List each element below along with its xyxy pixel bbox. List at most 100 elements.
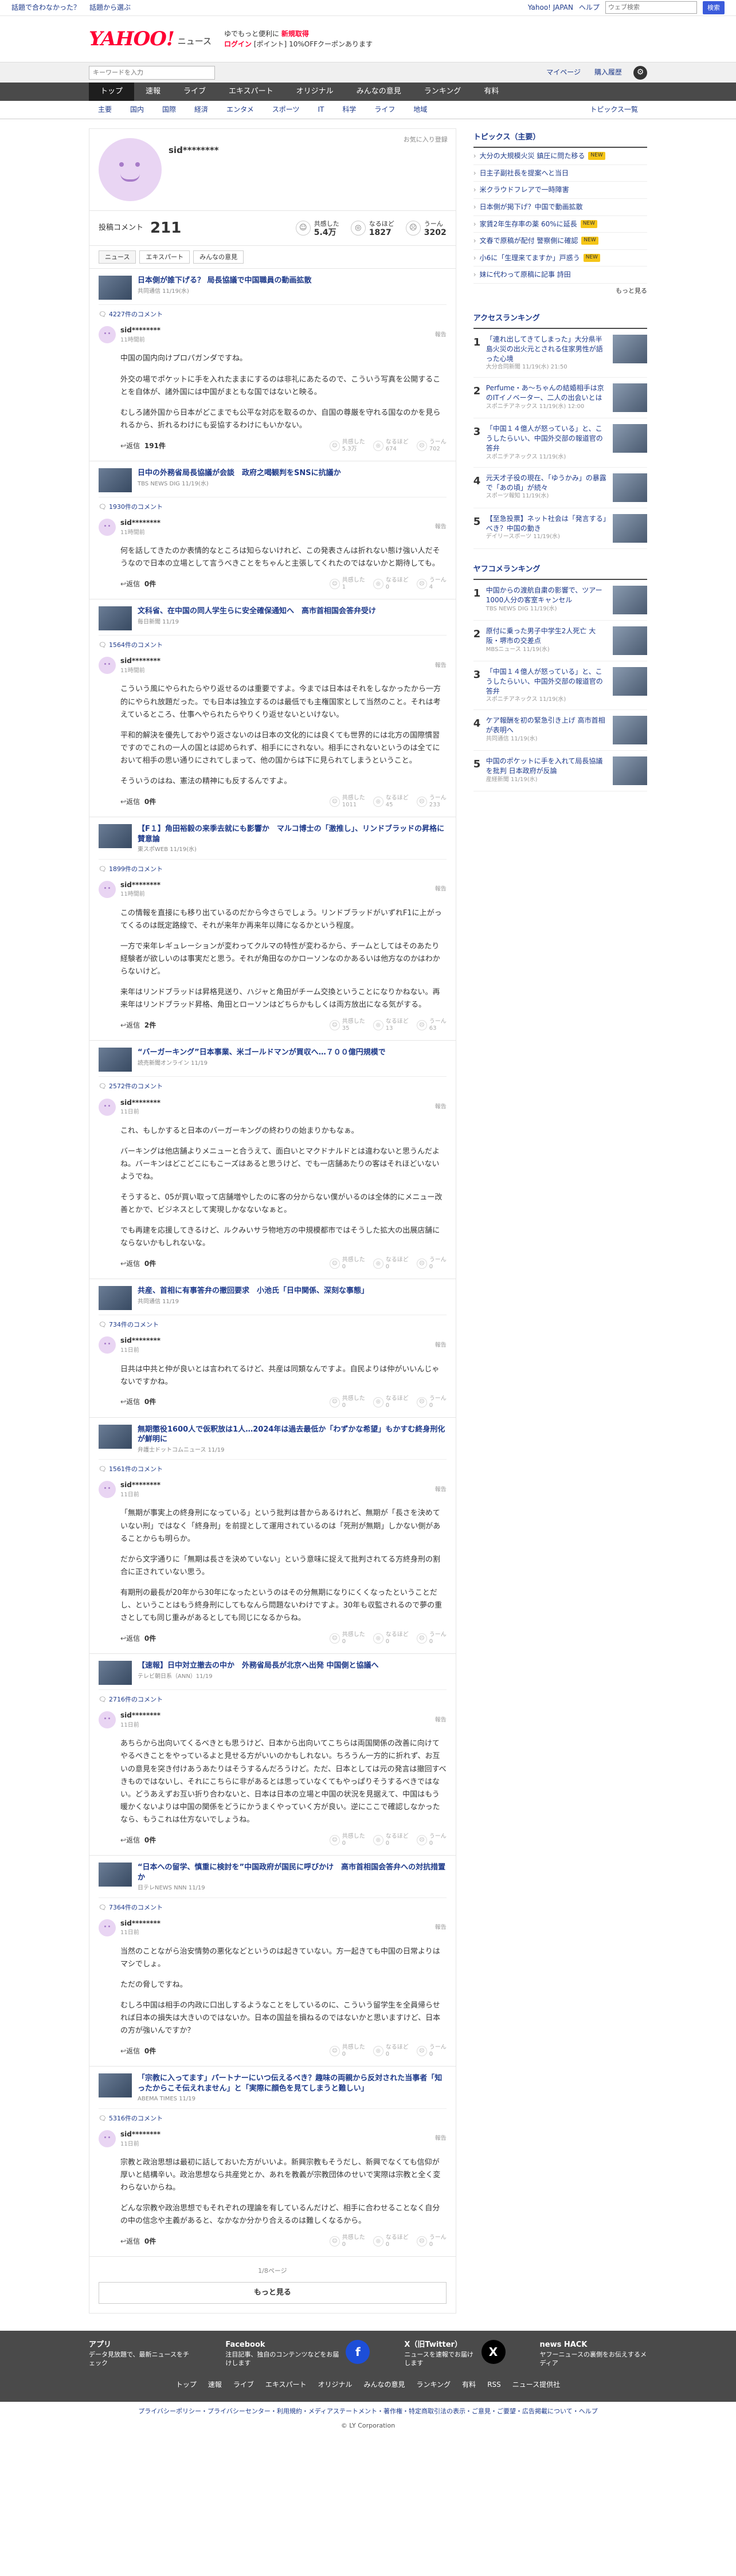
rank-title[interactable]: 原付に乗った男子中学生2人死亡 大阪・堺市の交差点 [486, 627, 596, 645]
agree-button[interactable]: ☺ 共感した 1011 [329, 795, 365, 809]
topics-more-link[interactable]: もっと見る [473, 284, 647, 298]
footer-nav-item[interactable]: 速報 [208, 2379, 222, 2390]
topic-item[interactable]: 妹に代わって原稿に記事 詩田 [473, 266, 647, 284]
bad-button[interactable]: ☹ うーん 0 [416, 2234, 447, 2248]
article-link[interactable]: “バーガーキング”日本事業、米ゴールドマンが買収へ…７００億円規模で 読売新聞オ… [99, 1048, 447, 1077]
yahoo-japan-link[interactable]: Yahoo! JAPAN [528, 2, 573, 13]
article-title[interactable]: “日本への留学、慎重に検討を”中国政府が国民に呼びかけ 高市首相国会答弁への対抗… [138, 1863, 447, 1883]
article-title[interactable]: 【速報】日中対立撤去の中か 外務省局長が北京へ出発 中国側と協議へ [138, 1661, 379, 1671]
footer-nav-item[interactable]: 有料 [462, 2379, 476, 2390]
comment-count-link[interactable]: 4227件のコメント [99, 305, 447, 321]
web-search-button[interactable]: 検索 [703, 1, 725, 15]
snav-world[interactable]: 国際 [153, 104, 185, 115]
comment-count-link[interactable]: 1561件のコメント [99, 1460, 447, 1476]
snav-entertainment[interactable]: エンタメ [217, 104, 263, 115]
article-title[interactable]: 【F１】角田裕毅の来季去就にも影響か マルコ博士の「激推し」、リンドブラッドの昇… [138, 824, 447, 844]
help-link[interactable]: ヘルプ [579, 2, 600, 13]
bad-button[interactable]: ☹ うーん 0 [416, 1632, 447, 1645]
gear-icon[interactable]: ⚙ [633, 65, 647, 80]
purchase-history-link[interactable]: 購入履歴 [594, 67, 622, 78]
ranking-item[interactable]: 5 【至急投票】ネット社会は「発言する」べき？中国の動き デイリースポーツ 11… [473, 508, 647, 549]
ranking-item[interactable]: 3 「中国１４億人が怒っている」と、こうしたらいい、中国外交部の報道官の答弁 ス… [473, 661, 647, 711]
reply-button[interactable]: 返信 0件 [120, 2046, 156, 2057]
ranking-item[interactable]: 4 元天才子役の現在、「ゆうかみ」の暴露で「あの頃」が続々 スポーツ報知 11/… [473, 468, 647, 508]
web-search-input[interactable] [605, 1, 697, 14]
article-title[interactable]: 「宗教に入ってます」パートナーにいつ伝えるべき？趣味の両親から反対された当事者「… [138, 2073, 447, 2093]
footer-nav-item[interactable]: オリジナル [318, 2379, 353, 2390]
footer-newshack[interactable]: news HACK ヤフーニュースの裏側をお伝えするメディア [540, 2340, 647, 2368]
footer-nav-item[interactable]: RSS [487, 2379, 501, 2390]
footer-nav-item[interactable]: エキスパート [265, 2379, 307, 2390]
legal-links[interactable]: プライバシーポリシー・プライバシーセンター・利用規約・メディアステートメント・著… [0, 2402, 736, 2421]
rank-title[interactable]: 「中国１４億人が怒っている」と、こうしたらいい、中国外交部の報道官の答弁 [486, 668, 603, 695]
ranking-item[interactable]: 2 原付に乗った男子中学生2人死亡 大阪・堺市の交差点 MBSニュース 11/1… [473, 621, 647, 661]
comment-count-link[interactable]: 2716件のコメント [99, 1690, 447, 1707]
footer-app[interactable]: アプリ データ見放題で、最新ニュースをチェック [89, 2340, 191, 2368]
report-button[interactable]: 報告 [435, 2134, 447, 2143]
hmm-button[interactable]: ◎ なるほど 45 [373, 795, 409, 809]
topic-item[interactable]: 家賃2年生存率の薬 60%に延長NEW [473, 216, 647, 233]
topic-item[interactable]: 日主子副社長を提案へと当日 [473, 165, 647, 182]
footer-x[interactable]: X（旧Twitter） ニュースを速報でお届けします X [404, 2339, 506, 2368]
article-title[interactable]: 文科省、在中国の同人学生らに安全確保通知へ 高市首相国会答弁受け [138, 606, 376, 617]
article-link[interactable]: 文科省、在中国の同人学生らに安全確保通知へ 高市首相国会答弁受け 毎日新聞 11… [99, 606, 447, 636]
agree-button[interactable]: ☺ 共感した 0 [329, 2234, 365, 2248]
topic-item[interactable]: 日本側が掲下げ？中国で動画拡散 [473, 199, 647, 216]
article-title[interactable]: 日本側が誰下げる？ 局長協議で中国職員の動画拡散 [138, 276, 312, 286]
article-link[interactable]: 無期懲役1600人で仮釈放は1人…2024年は過去最低か「わずかな希望」もかすむ… [99, 1424, 447, 1460]
rank-title[interactable]: 元天才子役の現在、「ゆうかみ」の暴露で「あの頃」が続々 [486, 474, 606, 492]
hmm-button[interactable]: ◎ なるほど 0 [373, 2044, 409, 2058]
follow-button[interactable]: お気に入り登録 [404, 135, 448, 144]
login-link[interactable]: ログイン [224, 40, 252, 48]
hmm-button[interactable]: ◎ なるほど 0 [373, 1257, 409, 1271]
comment-count-link[interactable]: 1564件のコメント [99, 636, 447, 652]
hmm-button[interactable]: ◎ なるほど 13 [373, 1018, 409, 1032]
reply-button[interactable]: 返信 0件 [120, 797, 156, 807]
gnav-paid[interactable]: 有料 [472, 83, 510, 101]
footer-nav-item[interactable]: ライブ [233, 2379, 254, 2390]
bad-button[interactable]: ☹ うーん 0 [416, 1395, 447, 1409]
gnav-expert[interactable]: エキスパート [217, 83, 285, 101]
agree-button[interactable]: ☺ 共感した 0 [329, 1632, 365, 1645]
report-button[interactable]: 報告 [435, 885, 447, 894]
footer-facebook[interactable]: Facebook 注目記事、独自のコンテンツなどをお届けします f [225, 2339, 370, 2368]
snav-life[interactable]: ライフ [365, 104, 404, 115]
reply-button[interactable]: 返信 0件 [120, 2236, 156, 2247]
snav-economy[interactable]: 経済 [185, 104, 217, 115]
rank-title[interactable]: 【至急投票】ネット社会は「発言する」べき？中国の動き [486, 515, 606, 532]
snav-science[interactable]: 科学 [333, 104, 365, 115]
article-link[interactable]: “日本への留学、慎重に検討を”中国政府が国民に呼びかけ 高市首相国会答弁への対抗… [99, 1862, 447, 1898]
topic-item[interactable]: 小6に「生理来てますか」戸惑うNEW [473, 250, 647, 267]
help-link-2[interactable]: 話題から選ぶ [89, 3, 131, 11]
news-search-input[interactable] [89, 65, 215, 80]
ranking-item[interactable]: 4 ケア報酬を初の緊急引き上げ 高市首相が表明へ 共同通信 11/19(水) [473, 710, 647, 751]
tab-expert[interactable]: エキスパート [139, 250, 190, 264]
agree-button[interactable]: ☺ 共感した 5.3万 [329, 439, 365, 453]
rank-title[interactable]: 「中国１４億人が怒っている」と、こうしたらいい、中国外交部の報道官の答弁 [486, 425, 603, 452]
my-page-link[interactable]: マイページ [546, 67, 581, 78]
reply-button[interactable]: 返信 2件 [120, 1020, 156, 1031]
bad-button[interactable]: ☹ うーん 0 [416, 1257, 447, 1271]
rank-title[interactable]: 中国のポケットに手を入れて局長協議を批判 日本政府が反論 [486, 757, 603, 775]
reply-button[interactable]: 返信 0件 [120, 1835, 156, 1846]
tab-opinion[interactable]: みんなの意見 [193, 250, 244, 264]
bad-button[interactable]: ☹ うーん 233 [416, 795, 447, 809]
comment-count-link[interactable]: 1899件のコメント [99, 860, 447, 876]
hmm-button[interactable]: ◎ なるほど 0 [373, 1632, 409, 1645]
gnav-ranking[interactable]: ランキング [413, 83, 473, 101]
article-link[interactable]: 日中の外務省局長協議が会談 政府之喝観判をSNSに抗議か TBS NEWS DI… [99, 468, 447, 497]
agree-button[interactable]: ☺ 共感した 0 [329, 2044, 365, 2058]
tab-news[interactable]: ニュース [99, 250, 136, 264]
ranking-item[interactable]: 2 Perfume・あ～ちゃんの結婚相手は京のITイノベーター、二人の出会いとは… [473, 378, 647, 419]
gnav-top[interactable]: トップ [89, 83, 135, 101]
topic-item[interactable]: 文春で原稿が配付 警察側に確認NEW [473, 233, 647, 250]
rank-title[interactable]: Perfume・あ～ちゃんの結婚相手は京のITイノベーター、二人の出会いとは [486, 384, 604, 402]
footer-nav-item[interactable]: みんなの意見 [364, 2379, 405, 2390]
rank-title[interactable]: 「連れ出してきてしまった」大分県半島火災の出火元とされる住家男性が語った心境 [486, 335, 603, 363]
hmm-button[interactable]: ◎ なるほど 0 [373, 1833, 409, 1847]
ranking-item[interactable]: 1 中国からの渡航自粛の影響で、ツアー1000人分の客室キャンセル TBS NE… [473, 580, 647, 621]
bad-button[interactable]: ☹ うーん 4 [416, 577, 447, 591]
gnav-live[interactable]: ライブ [172, 83, 217, 101]
article-link[interactable]: 【速報】日中対立撤去の中か 外務省局長が北京へ出発 中国側と協議へ テレビ朝日系… [99, 1661, 447, 1691]
report-button[interactable]: 報告 [435, 1341, 447, 1350]
